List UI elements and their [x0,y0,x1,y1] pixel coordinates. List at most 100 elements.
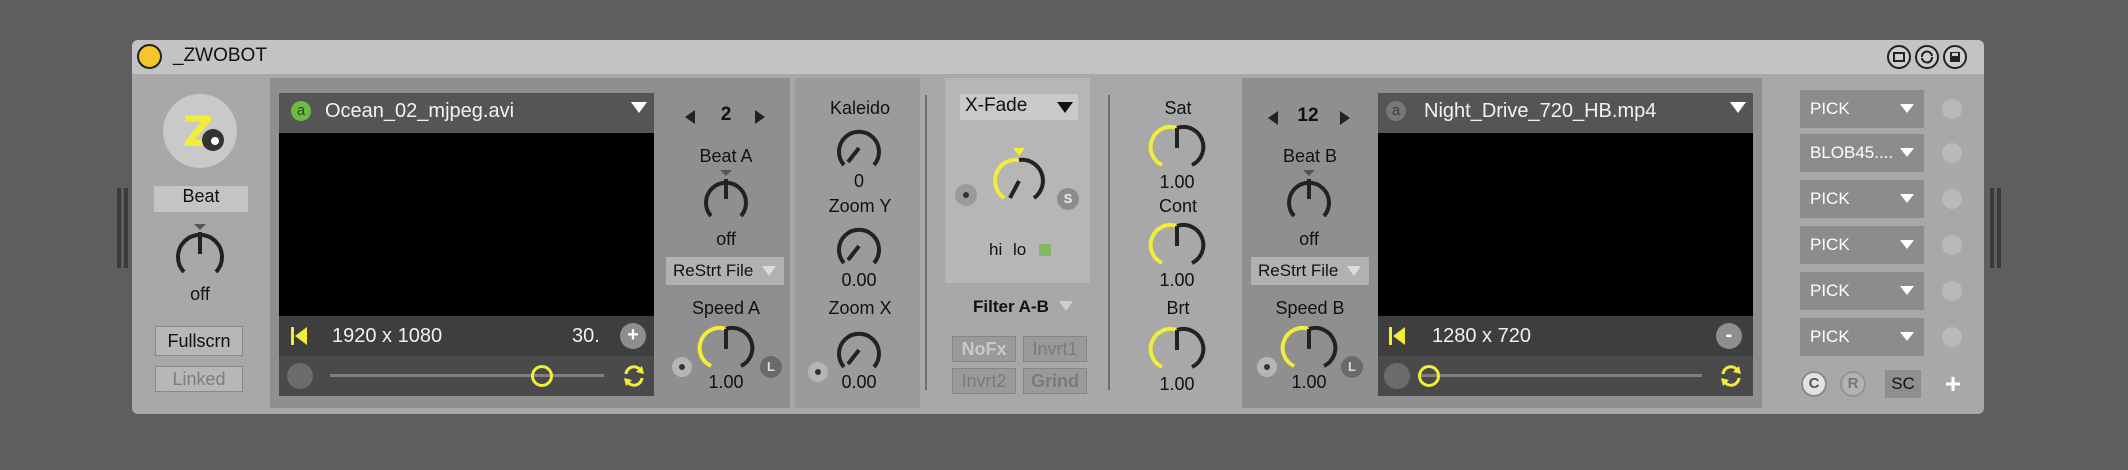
deck-a-file-dropdown-icon[interactable] [631,102,647,113]
deck-a-restart-menu[interactable]: ReStrt File [666,257,784,285]
deck-b-speed-knob[interactable] [1280,322,1338,376]
zoom-y-knob[interactable] [831,218,887,274]
deck-b-restart-menu[interactable]: ReStrt File [1251,257,1369,285]
deck-b-badge-text: a [1391,102,1401,119]
deck-a-next-icon[interactable] [755,110,765,124]
deck-a-slider-track [330,374,604,377]
c-label: C [1808,375,1820,392]
deck-a-beat-knob[interactable] [699,170,753,226]
preset-slot-3-label: PICK [1810,189,1850,208]
right-rail-2 [1997,188,2001,268]
preset-slot-1-label: PICK [1810,99,1850,118]
grind-button[interactable]: Grind [1023,368,1087,394]
deck-b-speed-reset-icon[interactable] [1257,357,1277,377]
deck-b-loop-icon[interactable] [1717,362,1745,390]
device-power-toggle[interactable] [137,44,162,69]
brt-knob[interactable] [1148,322,1206,378]
preset-slot-2[interactable]: BLOB45.... [1800,134,1924,172]
preset-slot-6-toggle[interactable] [1942,327,1962,347]
zoom-x-knob[interactable] [831,322,887,378]
freeze-icon[interactable] [1887,45,1911,69]
preset-slot-4[interactable]: PICK [1800,226,1924,264]
crossfade-knob[interactable] [990,148,1048,208]
linked-label: Linked [172,369,226,389]
deck-b-position-slider[interactable] [1418,365,1702,387]
device-titlebar [132,40,1984,74]
preset-slot-4-toggle[interactable] [1942,235,1962,255]
deck-a-position-slider[interactable] [330,365,604,387]
r-button[interactable]: R [1840,371,1866,397]
fullscreen-label: Fullscrn [167,331,231,351]
zoom-x-reset-icon[interactable] [808,362,828,382]
nofx-button[interactable]: NoFx [952,336,1016,362]
preset-slot-2-toggle[interactable] [1942,143,1962,163]
deck-a-speed-reset-icon[interactable] [672,357,692,377]
deck-a-slider-handle[interactable] [531,365,553,387]
preset-slot-5-toggle[interactable] [1942,281,1962,301]
crossfade-hi-label: hi [989,240,1003,259]
crossfade-reset-icon[interactable] [955,184,977,206]
preset-slot-3[interactable]: PICK [1800,180,1924,218]
preset-slot-3-arrow-icon [1900,194,1914,203]
deck-b-speed-reset-dot [1264,364,1270,370]
add-preset-button[interactable]: + [1940,369,1966,399]
deck-b-file-dropdown-icon[interactable] [1730,102,1746,113]
deck-a-rewind-icon[interactable] [290,326,308,346]
fullscreen-button[interactable]: Fullscrn [155,326,243,356]
kaleido-value: 0 [853,171,864,191]
deck-b-page: 12 [1297,105,1319,126]
sat-knob[interactable] [1148,120,1206,176]
deck-b-prev-icon[interactable] [1268,111,1278,125]
deck-b-next-icon[interactable] [1340,111,1350,125]
preset-slot-2-label: BLOB45.... [1810,143,1894,162]
crossfade-lo-led [1039,244,1051,256]
deck-a-loop-icon[interactable] [620,362,648,390]
beat-knob[interactable] [170,224,230,284]
deck-a-loop-toggle[interactable]: L [760,356,782,378]
crossfade-mode-label: X-Fade [965,95,1028,116]
deck-a-add-button[interactable]: + [620,323,646,349]
deck-b-loop-toggle[interactable]: L [1341,356,1363,378]
sc-button[interactable]: SC [1885,370,1921,398]
filter-dropdown-icon[interactable] [1059,301,1073,311]
crossfade-mode-arrow-icon [1057,102,1073,113]
deck-b-slider-handle[interactable] [1418,365,1440,387]
preset-slot-1-toggle[interactable] [1942,99,1962,119]
invrt2-button[interactable]: Invrt2 [952,368,1016,394]
deck-a-page: 2 [720,104,732,125]
hot-swap-icon[interactable] [1915,45,1939,69]
preset-slot-1[interactable]: PICK [1800,90,1924,128]
kaleido-knob[interactable] [831,120,887,176]
c-button[interactable]: C [1801,371,1827,397]
preset-slot-3-toggle[interactable] [1942,189,1962,209]
deck-b-beat-label: Beat B [1282,146,1338,166]
cont-knob[interactable] [1148,218,1206,274]
add-preset-label: + [1944,368,1962,399]
deck-b-remove-button[interactable]: - [1716,323,1742,349]
preset-slot-6[interactable]: PICK [1800,318,1924,356]
deck-b-speed-value: 1.00 [1291,372,1327,392]
linked-button[interactable]: Linked [155,366,243,392]
deck-a-restart-arrow-icon [762,266,776,276]
preset-slot-5-label: PICK [1810,281,1850,300]
deck-b-play-toggle[interactable] [1384,363,1410,389]
preset-slot-2-arrow-icon [1900,148,1914,157]
deck-b-rewind-icon[interactable] [1388,326,1406,346]
invrt1-button[interactable]: Invrt1 [1023,336,1087,362]
deck-a-speed-knob[interactable] [697,322,755,376]
filter-label: Filter A-B [973,297,1049,316]
crossfade-mode-menu[interactable]: X-Fade [960,94,1078,120]
deck-a-badge-text: a [296,102,306,119]
crossfade-s-button[interactable]: S [1057,188,1079,210]
deck-a-resolution: 1920 x 1080 [332,325,443,347]
logo-z-icon: Z [183,107,224,156]
preset-slot-5[interactable]: PICK [1800,272,1924,310]
sc-label: SC [1891,374,1915,393]
deck-a-screen [279,133,654,316]
deck-a-speed-reset-dot [679,364,685,370]
deck-a-prev-icon[interactable] [685,110,695,124]
deck-a-play-toggle[interactable] [287,363,313,389]
deck-a-loop-label: L [767,359,775,374]
save-preset-icon[interactable] [1943,45,1967,69]
deck-b-beat-knob[interactable] [1282,170,1336,226]
